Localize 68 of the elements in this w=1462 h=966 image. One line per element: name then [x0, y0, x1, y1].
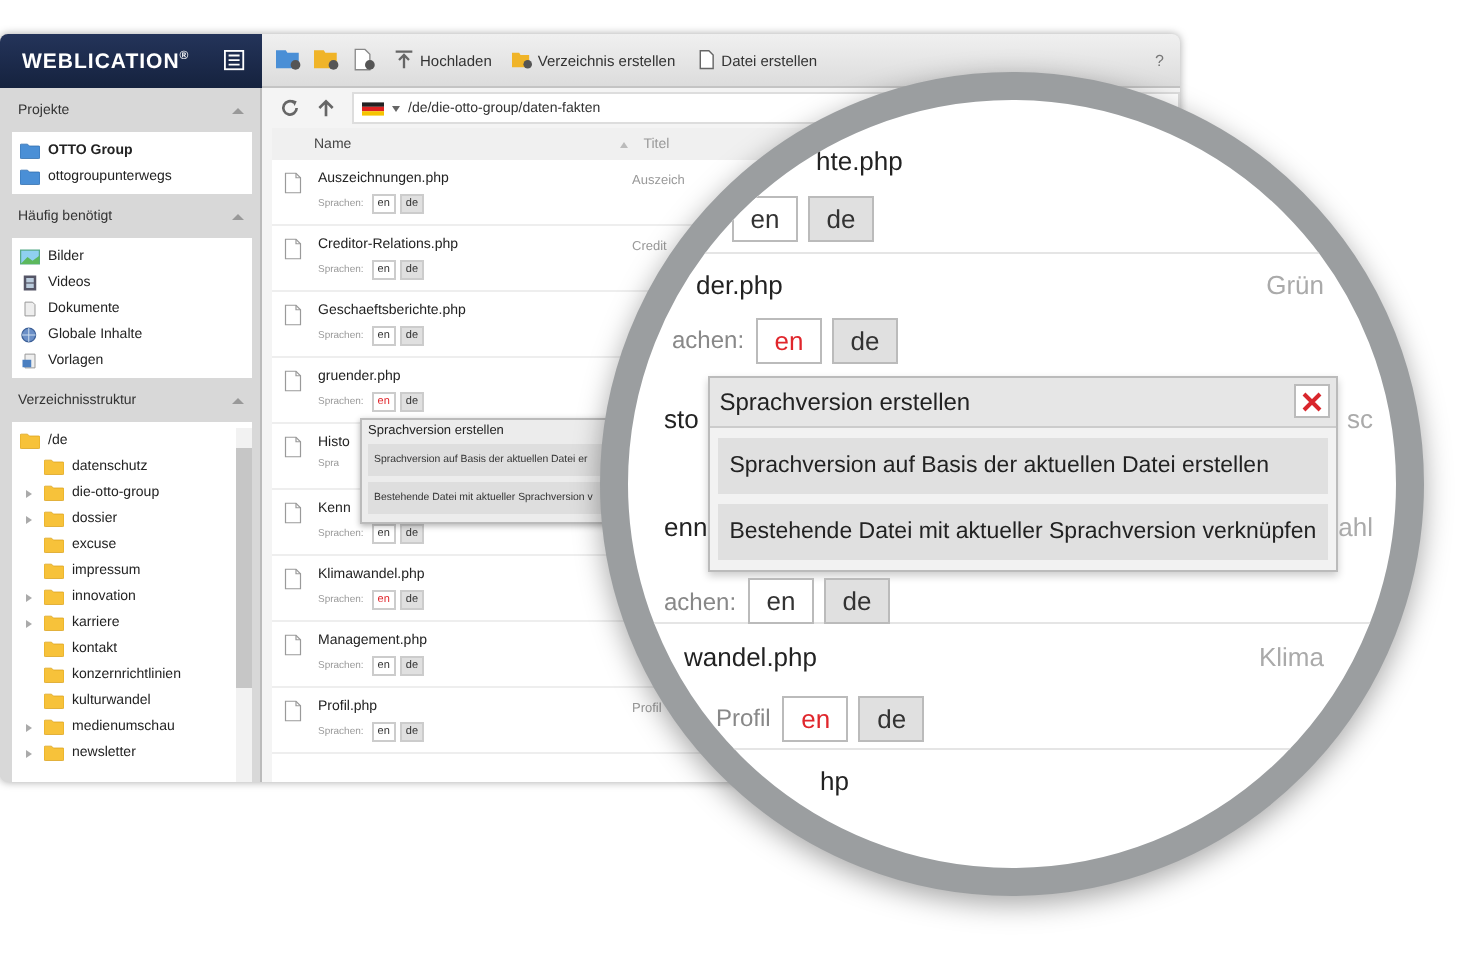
folder-icon [44, 666, 64, 684]
document-icon [20, 299, 40, 317]
folder-icon [44, 562, 64, 580]
folder-icon [44, 458, 64, 476]
file-gear-icon[interactable] [352, 48, 378, 72]
folder-icon [20, 432, 40, 450]
file-icon [284, 700, 302, 722]
logo: WEBLICATION$^{®}$ [22, 49, 190, 73]
language-button[interactable]: de [858, 695, 925, 741]
close-button[interactable] [1294, 384, 1331, 418]
folder-icon [44, 640, 64, 658]
template-icon [20, 351, 40, 369]
film-icon [20, 273, 40, 291]
folder-icon [44, 510, 64, 528]
dialog-option[interactable]: Bestehende Datei mit aktueller Sprachversion verknüpfen [717, 503, 1329, 559]
folder-gear-icon [511, 50, 532, 70]
folder-icon [44, 588, 64, 606]
close-icon[interactable] [1302, 391, 1323, 411]
folder-icon [20, 167, 40, 185]
languages-label: Profil [716, 704, 771, 732]
up-arrow-icon[interactable] [316, 98, 336, 118]
file-icon [284, 304, 302, 326]
file-title: sc [1346, 404, 1373, 435]
file-icon [284, 502, 302, 524]
image-icon [20, 247, 40, 265]
file-name: der.php [696, 269, 783, 299]
help-button[interactable]: ? [1155, 51, 1164, 69]
language-button[interactable]: en [756, 317, 823, 363]
file-icon [284, 568, 302, 590]
folder-icon [44, 536, 64, 554]
file-icon [284, 436, 302, 458]
file-icon [284, 370, 302, 392]
language-button[interactable]: en [748, 578, 815, 624]
folder-icon [44, 718, 64, 736]
dialog-title: Sprachversion erstellen [719, 387, 971, 415]
file-name: hp [820, 765, 849, 795]
folder-gear-icon[interactable] [314, 48, 340, 72]
folder-icon [44, 484, 64, 502]
menu-icon[interactable] [224, 50, 246, 72]
file-icon [284, 238, 302, 260]
file-name: hte.php [816, 145, 903, 175]
dialog-option[interactable]: Sprachversion auf Basis der aktuellen Datei erstellen [717, 437, 1329, 493]
folder-icon [44, 744, 64, 762]
file-title: Klima [1258, 641, 1324, 671]
language-button[interactable]: de [824, 578, 891, 624]
caret-icon[interactable] [392, 105, 400, 111]
file-name: wandel.php [684, 641, 817, 671]
language-button[interactable]: en [732, 195, 798, 241]
file-icon [284, 172, 302, 194]
file-title: ahl [1338, 511, 1373, 542]
language-button[interactable]: en [782, 695, 849, 741]
languages-label: achen: [672, 326, 745, 354]
file-icon [284, 634, 302, 656]
language-button[interactable]: de [808, 195, 874, 241]
folder-icon [44, 692, 64, 710]
folder-icon [20, 141, 40, 159]
refresh-icon[interactable] [280, 98, 300, 118]
upload-icon [394, 50, 414, 70]
folder-gear-icon[interactable] [276, 48, 302, 72]
flag-icon[interactable] [362, 101, 384, 115]
file-name: sto [664, 404, 701, 435]
globe-icon [20, 325, 40, 343]
language-button[interactable]: de [832, 317, 899, 363]
languages-label: achen: [664, 587, 737, 615]
file-name: enn [664, 511, 708, 542]
file-title: Grün [1266, 269, 1324, 299]
folder-icon [44, 614, 64, 632]
scrollbar[interactable] [236, 428, 252, 782]
